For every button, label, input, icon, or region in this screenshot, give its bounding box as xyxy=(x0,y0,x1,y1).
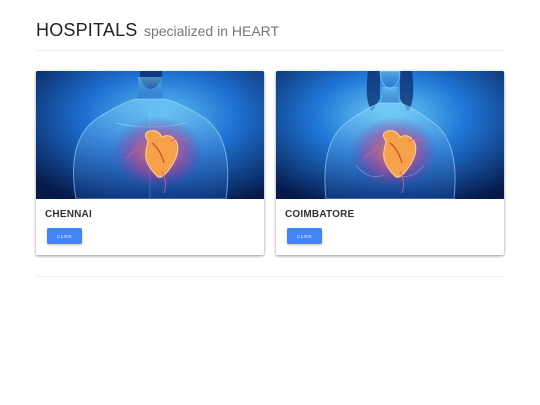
hospital-cards: CHENNAI CLICK COIMBATORE CLICK xyxy=(36,71,504,256)
page-title: HOSPITALS xyxy=(36,20,138,40)
page: HOSPITALS specialized in HEART CHENNAI C… xyxy=(0,0,540,405)
page-header: HOSPITALS specialized in HEART xyxy=(36,20,504,51)
divider xyxy=(36,276,504,277)
page-subtitle: specialized in HEART xyxy=(143,23,280,39)
card-title: COIMBATORE xyxy=(285,209,355,220)
heart-anatomy-female-image xyxy=(276,71,504,199)
hospital-card-chennai: CHENNAI CLICK xyxy=(36,71,264,255)
hospital-card-coimbatore: COIMBATORE CLICK xyxy=(276,71,504,255)
card-title: CHENNAI xyxy=(45,209,92,220)
heart-anatomy-male-image xyxy=(36,71,264,199)
click-button[interactable]: CLICK xyxy=(47,228,82,244)
click-button[interactable]: CLICK xyxy=(287,228,322,244)
